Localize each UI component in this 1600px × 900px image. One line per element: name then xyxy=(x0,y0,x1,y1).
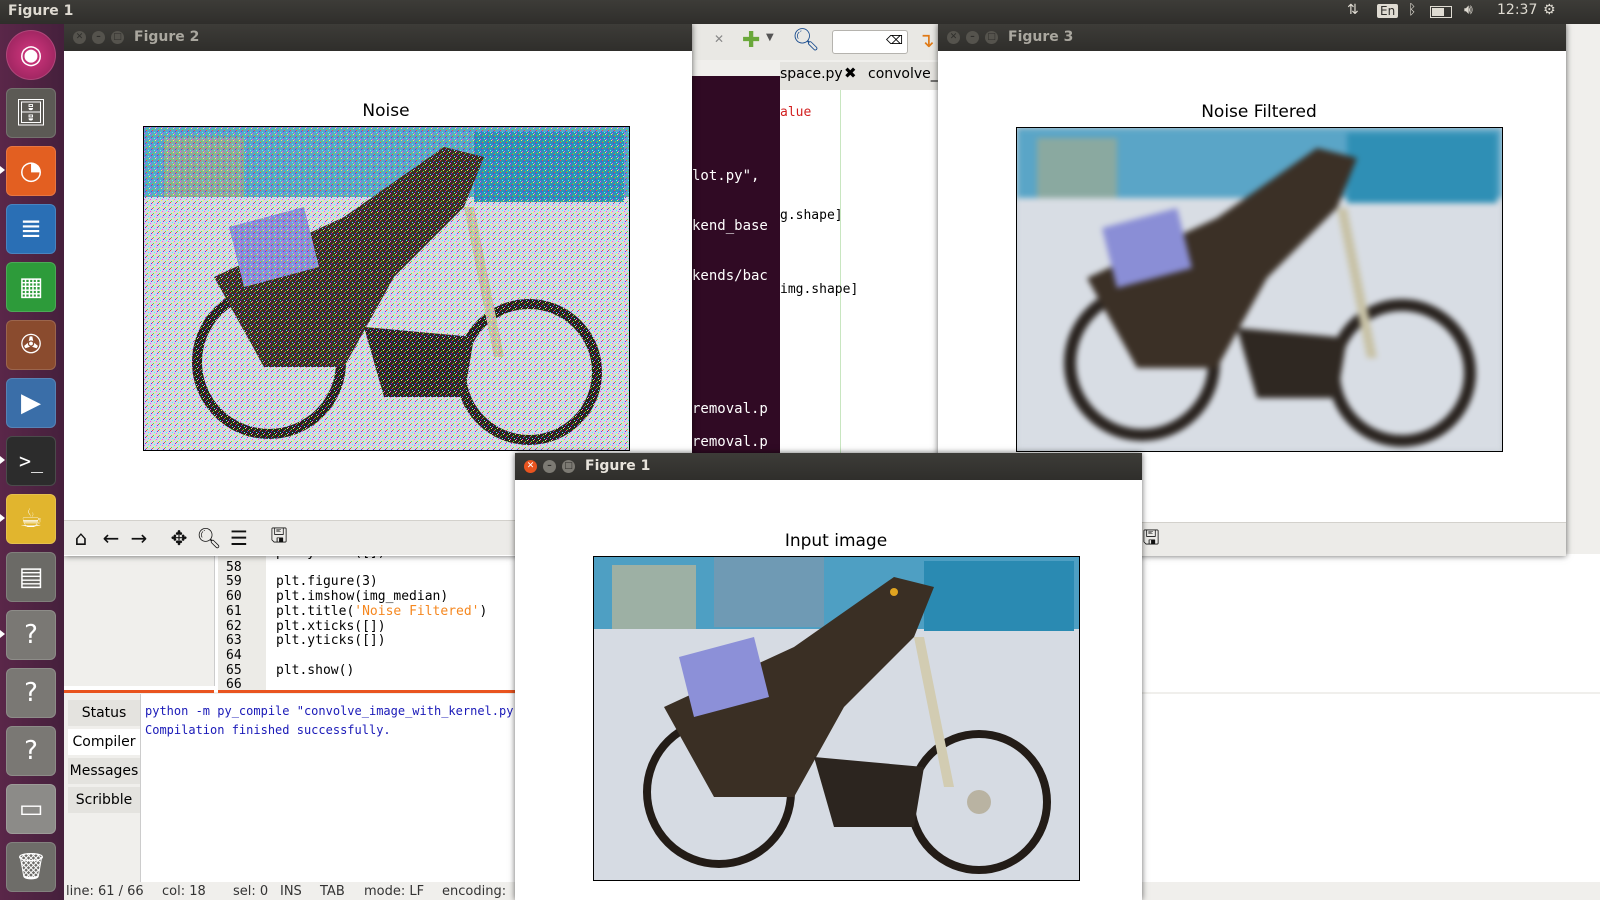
plot-title: Input image xyxy=(784,531,888,551)
figure2-titlebar[interactable]: ✕ – □ Figure 2 xyxy=(64,24,692,51)
code-fragment: g.shape] xyxy=(780,208,843,223)
symbol-sidebar xyxy=(64,554,215,686)
code-line: 59 plt.figure(3) xyxy=(226,574,378,590)
settings-icon[interactable]: ✇ xyxy=(6,320,56,370)
window-title: Figure 3 xyxy=(1008,29,1074,45)
tab-file[interactable]: space.py xyxy=(780,66,843,82)
close-tab-icon[interactable]: ✖ xyxy=(844,64,857,82)
figure3-titlebar[interactable]: ✕ – □ Figure 3 xyxy=(938,24,1566,51)
jump-icon[interactable]: ↴ xyxy=(918,28,935,52)
active-window-title: Figure 1 xyxy=(8,3,74,19)
minimize-icon[interactable]: – xyxy=(543,460,556,473)
tab-scribble[interactable]: Scribble xyxy=(68,787,140,813)
maximize-icon[interactable]: □ xyxy=(985,31,998,44)
plot-title: Noise xyxy=(362,101,410,121)
compiler-output-line: python -m py_compile "convolve_image_wit… xyxy=(145,704,536,718)
terminal-line: removal.p xyxy=(692,401,768,417)
terminal-line: lot.py", xyxy=(692,168,760,184)
help-icon[interactable]: ? xyxy=(6,726,56,776)
tab-messages[interactable]: Messages xyxy=(68,758,140,784)
disk-icon[interactable]: ▭ xyxy=(6,784,56,834)
volume-icon[interactable]: 🔊︎ xyxy=(1464,2,1473,18)
terminal-line: kend_base xyxy=(692,218,768,234)
calculator-icon[interactable]: ▤ xyxy=(6,552,56,602)
code-line: 60 plt.imshow(img_median) xyxy=(226,589,449,605)
keyboard-layout-indicator[interactable]: En xyxy=(1377,4,1399,18)
status-mode: mode: LF xyxy=(364,884,425,899)
configure-subplots-icon[interactable]: ☰ xyxy=(226,525,252,551)
gear-icon[interactable]: ⚙ xyxy=(1543,2,1556,18)
video-icon[interactable]: ▶ xyxy=(6,378,56,428)
input-image xyxy=(593,556,1080,881)
forward-icon[interactable]: → xyxy=(126,525,152,551)
geany-icon[interactable]: ☕︎ xyxy=(6,494,56,544)
tab-compiler[interactable]: Compiler xyxy=(68,729,140,755)
code-line: 65 plt.show() xyxy=(226,662,355,678)
code-line: 58 xyxy=(226,559,242,575)
compiler-output-line: Compilation finished successfully. xyxy=(145,723,391,737)
noise-image xyxy=(143,126,630,451)
window-title: Figure 2 xyxy=(134,29,200,45)
status-col: col: 18 xyxy=(162,884,206,899)
search-input[interactable]: ⌫ xyxy=(832,30,908,54)
trash-icon[interactable]: 🗑︎ xyxy=(6,842,56,892)
close-icon[interactable]: ✕ xyxy=(947,31,960,44)
search-icon[interactable]: 🔍︎ xyxy=(792,28,820,53)
zoom-icon[interactable]: 🔍︎ xyxy=(196,525,222,551)
back-icon[interactable]: ← xyxy=(98,525,124,551)
editor-tabs: space.py ✖ convolve_ xyxy=(780,62,938,90)
save-icon[interactable]: 🖫 xyxy=(266,523,292,551)
ubuntu-dash-icon[interactable]: ◉ xyxy=(6,30,56,80)
code-fragment: alue xyxy=(780,105,812,120)
terminal-line: kends/bac xyxy=(692,268,768,284)
close-icon[interactable]: ✕ xyxy=(73,31,86,44)
bluetooth-icon[interactable]: ᛒ xyxy=(1408,2,1416,18)
home-icon[interactable]: ⌂ xyxy=(68,525,94,551)
minimize-icon[interactable]: – xyxy=(966,31,979,44)
clear-icon[interactable]: ⌫ xyxy=(886,33,903,47)
clock[interactable]: 12:37 xyxy=(1497,2,1537,18)
chevron-down-icon[interactable]: ▼ xyxy=(766,32,774,43)
tab-file[interactable]: convolve_ xyxy=(868,66,938,82)
help-icon[interactable]: ? xyxy=(6,668,56,718)
pan-icon[interactable]: ✥ xyxy=(166,525,192,551)
close-tab-icon[interactable]: ✕ xyxy=(714,32,724,46)
minimize-icon[interactable]: – xyxy=(92,31,105,44)
add-icon[interactable]: ✚ xyxy=(742,28,760,53)
code-line: 63 plt.yticks([]) xyxy=(226,633,386,649)
plot-title: Noise Filtered xyxy=(1201,102,1317,122)
code-fragment: img.shape] xyxy=(780,282,859,297)
figure1-window: ✕ – □ Figure 1 Input image xyxy=(515,453,1142,900)
status-encoding: encoding: xyxy=(442,884,507,899)
close-icon[interactable]: ✕ xyxy=(524,460,537,473)
launcher: ◉ 🗄︎ ◔ ≣ ▦ ✇ ▶ >_ ☕︎ ▤ ? ? ? ▭ 🗑︎ xyxy=(0,24,64,900)
maximize-icon[interactable]: □ xyxy=(111,31,124,44)
status-line: line: 61 / 66 xyxy=(66,884,144,899)
writer-icon[interactable]: ≣ xyxy=(6,204,56,254)
firefox-icon[interactable]: ◔ xyxy=(6,146,56,196)
files-icon[interactable]: 🗄︎ xyxy=(6,88,56,138)
calc-icon[interactable]: ▦ xyxy=(6,262,56,312)
code-area-fragment: alue g.shape] img.shape] xyxy=(780,90,938,476)
code-line: 61 plt.title('Noise Filtered') xyxy=(226,603,488,619)
updown-arrows-icon[interactable]: ⇅ xyxy=(1347,2,1359,18)
status-sel: sel: 0 xyxy=(233,884,269,899)
editor-toolbar: ✚ ✕ ▼ 🔍︎ ⌫ ↴ xyxy=(692,24,938,60)
help-icon[interactable]: ? xyxy=(6,610,56,660)
code-line: 62 plt.xticks([]) xyxy=(226,618,386,634)
status-tab: TAB xyxy=(320,884,345,899)
terminal-pane: lot.py", kend_base kends/bac removal.p r… xyxy=(692,76,780,476)
filtered-image xyxy=(1016,127,1503,452)
figure1-titlebar[interactable]: ✕ – □ Figure 1 xyxy=(515,453,1142,480)
terminal-icon[interactable]: >_ xyxy=(6,436,56,486)
top-panel: Figure 1 ⇅ En ᛒ 🔊︎ 12:37 ⚙ xyxy=(0,0,1600,24)
terminal-line: removal.p xyxy=(692,434,768,450)
code-line: 64 xyxy=(226,647,242,663)
battery-icon[interactable] xyxy=(1430,6,1452,22)
window-title: Figure 1 xyxy=(585,458,651,474)
status-ins: INS xyxy=(280,884,302,899)
tab-status[interactable]: Status xyxy=(68,700,140,726)
maximize-icon[interactable]: □ xyxy=(562,460,575,473)
